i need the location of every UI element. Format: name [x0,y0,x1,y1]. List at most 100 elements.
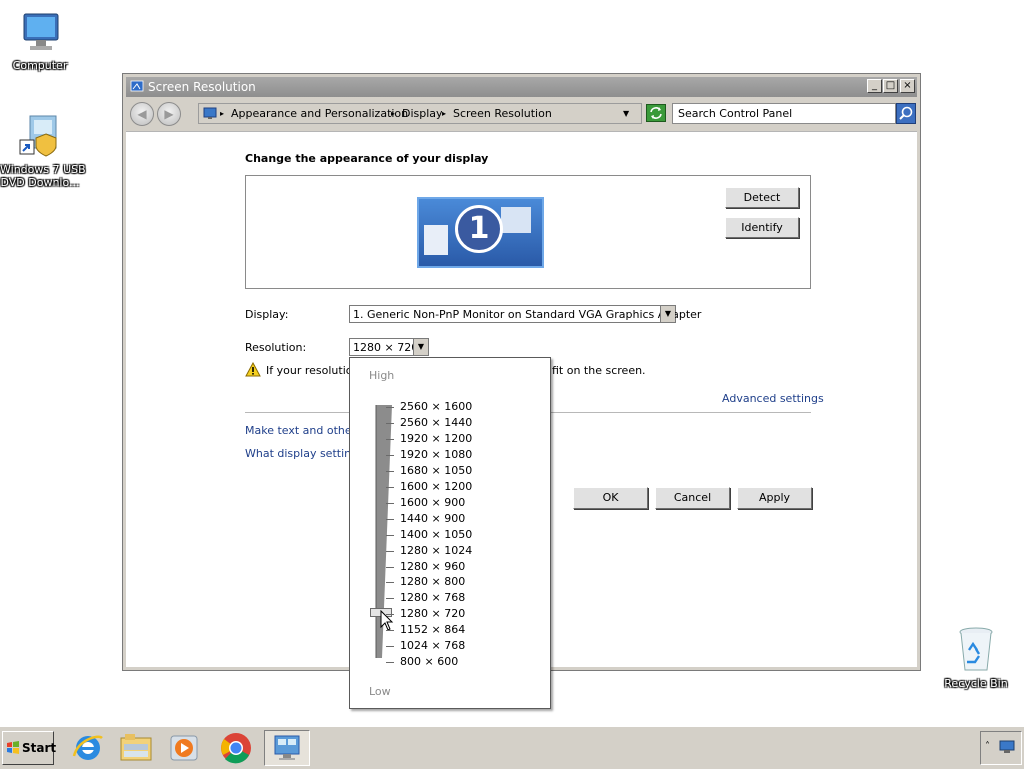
refresh-icon [650,107,662,119]
desktop-icon-windows7-usb[interactable]: Windows 7 USB DVD Downlo... [0,112,86,189]
resolution-option[interactable]: 1152 × 864 [400,622,465,638]
desktop-icon-computer[interactable]: Computer [0,8,80,72]
taskbar-internet-explorer[interactable] [68,730,108,766]
resolution-option[interactable]: 1400 × 1050 [400,527,472,543]
slider-tick [386,662,394,663]
search-placeholder: Search Control Panel [678,107,793,120]
high-label: High [369,369,395,382]
display-select[interactable]: 1. Generic Non-PnP Monitor on Standard V… [349,305,701,323]
apply-button[interactable]: Apply [737,487,812,509]
display-settings-icon [274,735,300,760]
slider-tick [386,535,394,536]
advanced-settings-link[interactable]: Advanced settings [722,392,824,405]
slider-tick [386,582,394,583]
slider-tick [386,407,394,408]
taskbar-chrome[interactable] [216,730,256,766]
display-select-value: 1. Generic Non-PnP Monitor on Standard V… [353,308,702,321]
taskbar-screen-resolution[interactable] [264,730,310,766]
resolution-option[interactable]: 1920 × 1080 [400,447,472,463]
resolution-option[interactable]: 1600 × 1200 [400,479,472,495]
window-thumbnail [424,225,448,255]
warning-text-end: fit on the screen. [552,364,646,377]
breadcrumb-appearance[interactable]: Appearance and Personalization [231,107,408,120]
close-button[interactable]: × [900,79,915,93]
window-title: Screen Resolution [148,80,256,94]
resolution-option[interactable]: 800 × 600 [400,654,458,670]
slider-tick [386,471,394,472]
search-button[interactable] [896,103,916,124]
slider-tick [386,646,394,647]
detect-button[interactable]: Detect [725,187,799,208]
resolution-option[interactable]: 1680 × 1050 [400,463,472,479]
identify-button[interactable]: Identify [725,217,799,238]
resolution-select[interactable]: 1280 × 720 ▼ [349,338,429,356]
breadcrumb-display[interactable]: Display [402,107,443,120]
slider-tick [386,503,394,504]
monitor-1-thumbnail[interactable]: 1 [417,197,544,268]
address-bar[interactable]: ▸ Appearance and Personalization ▸ Displ… [198,103,642,124]
taskbar-file-explorer[interactable] [116,730,156,766]
resolution-option[interactable]: 1280 × 800 [400,574,465,590]
slider-tick [386,519,394,520]
resolution-option[interactable]: 1024 × 768 [400,638,465,654]
resolution-option[interactable]: 1920 × 1200 [400,431,472,447]
low-label: Low [369,685,391,698]
media-player-icon [170,735,198,761]
desktop-icon-label: Windows 7 USB DVD Downlo... [0,163,86,189]
slider-tick [386,567,394,568]
display-settings-help-link[interactable]: What display settings [245,447,364,460]
desktop-icon-label: Recycle Bin [944,677,1008,690]
breadcrumb-screen-resolution[interactable]: Screen Resolution [453,107,552,120]
control-panel-icon [130,80,144,92]
resolution-option[interactable]: 1280 × 720 [400,606,465,622]
resolution-option[interactable]: 2560 × 1440 [400,415,472,431]
network-icon[interactable] [999,740,1015,754]
resolution-dropdown: High Low 2560 × 1600 2560 × 1440 1920 × 12… [349,357,551,709]
desktop-icon-recycle-bin[interactable]: Recycle Bin [936,624,1016,690]
chrome-icon [221,733,251,764]
recycle-bin-icon [959,627,993,671]
start-button[interactable]: Start [2,731,57,765]
resolution-option[interactable]: 1440 × 900 [400,511,465,527]
chevron-down-icon: ▼ [413,339,428,355]
desktop-icon-label: Computer [12,59,68,72]
warning-icon [245,362,261,377]
minimize-button[interactable]: _ [867,79,882,93]
back-button[interactable]: ◀ [130,102,154,126]
show-hidden-icons-icon[interactable]: ˄ [985,741,990,752]
start-label: Start [22,741,57,755]
internet-explorer-icon [72,735,103,760]
address-dropdown-icon[interactable]: ▼ [623,109,629,118]
maximize-button[interactable]: □ [883,79,898,93]
back-arrow-icon: ◀ [137,107,147,121]
forward-button[interactable]: ▶ [157,102,181,126]
chevron-right-icon: ▸ [442,109,447,118]
resolution-option[interactable]: 1280 × 1024 [400,543,472,559]
chevron-down-icon: ▼ [660,306,675,322]
page-heading: Change the appearance of your display [245,152,489,165]
navigation-bar: ◀ ▶ ▸ Appearance and Personalization ▸ D… [126,99,917,129]
ok-button[interactable]: OK [573,487,648,509]
system-tray: ˄ [980,731,1022,765]
slider-tick [386,551,394,552]
monitor-number-badge: 1 [455,205,503,253]
refresh-button[interactable] [646,104,666,122]
slider-tick [386,598,394,599]
cancel-button[interactable]: Cancel [655,487,730,509]
resolution-option[interactable]: 1280 × 960 [400,559,465,575]
control-panel-icon [203,107,217,119]
resolution-option[interactable]: 1280 × 768 [400,590,465,606]
window-thumbnail [501,207,531,233]
warning-text-start: If your resolution [266,364,360,377]
resolution-label: Resolution: [245,341,307,354]
monitor-preview-box: 1 Detect Identify [245,175,811,289]
taskbar-media-player[interactable] [164,730,204,766]
search-input[interactable]: Search Control Panel [672,103,896,124]
slider-tick [386,614,394,615]
resolution-select-value: 1280 × 720 [353,341,419,354]
slider-tick [386,487,394,488]
resolution-option[interactable]: 2560 × 1600 [400,399,472,415]
resolution-option[interactable]: 1600 × 900 [400,495,465,511]
title-bar[interactable]: Screen Resolution _ □ × [126,77,917,97]
chevron-right-icon: ▸ [220,109,225,118]
